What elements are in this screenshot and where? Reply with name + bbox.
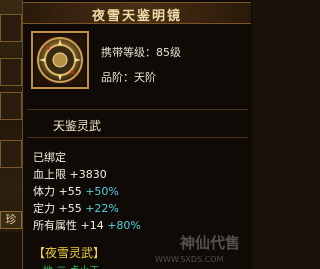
stat-row: 血上限 +3830: [33, 168, 107, 181]
stat-row: 所有属性 +14 +80%: [33, 219, 141, 232]
background-tab[interactable]: 珍: [0, 211, 22, 229]
watermark-url: WWW.SXDS.COM: [155, 255, 224, 264]
title-bar: 夜雪天鉴明镜: [23, 2, 251, 24]
bound-status: 已绑定: [33, 151, 66, 164]
carry-level: 携带等级：85级: [101, 46, 181, 59]
stat-row: 体力 +55 +50%: [33, 185, 119, 198]
item-icon-frame: [31, 31, 89, 89]
set-name: 【夜雪灵武】: [33, 246, 106, 260]
set-line-partial: ▪ 地·二·点小天: [33, 262, 99, 269]
background-bottom: [0, 232, 22, 269]
shield-medallion-icon: [37, 37, 83, 83]
item-title: 夜雪天鉴明镜: [91, 9, 182, 24]
background-slot[interactable]: [0, 14, 22, 42]
divider: [27, 109, 248, 110]
item-grade: 品阶：天阶: [101, 71, 156, 84]
stat-row: 定力 +55 +22%: [33, 202, 119, 215]
background-slot[interactable]: [0, 58, 22, 86]
background-slot[interactable]: [0, 92, 22, 120]
divider: [27, 137, 248, 138]
item-tooltip: 夜雪天鉴明镜 携带等级：85级 品阶：天阶 天鉴灵武 已绑定 血上限 +3830: [22, 0, 252, 269]
item-name: 天鉴灵武: [53, 119, 102, 133]
background-slot[interactable]: [0, 140, 22, 168]
